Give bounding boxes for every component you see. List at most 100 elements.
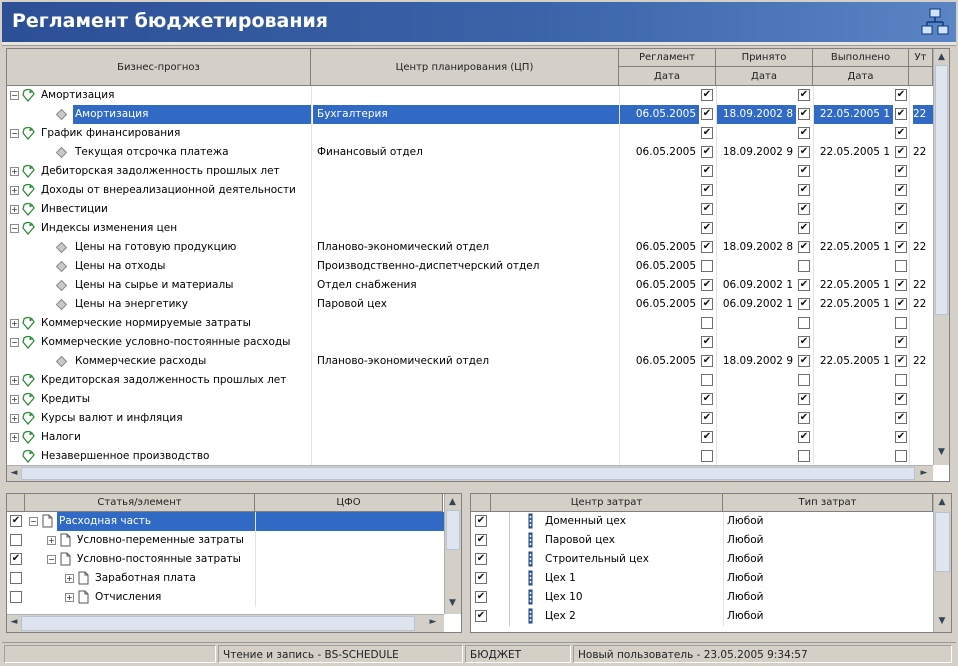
header-extra[interactable]: Ут [909, 49, 933, 67]
left-scroll-left-icon[interactable]: ◄ [9, 617, 19, 627]
checkbox[interactable]: ✔ [798, 222, 810, 234]
header-cost-center[interactable]: Центр затрат [491, 494, 723, 512]
checkbox[interactable] [895, 374, 907, 386]
table-row[interactable]: Незавершенное производство [7, 447, 933, 466]
table-row[interactable]: − Коммерческие условно-постоянные расходы… [7, 333, 933, 352]
checkbox[interactable]: ✔ [895, 412, 907, 424]
checkbox[interactable]: ✔ [895, 393, 907, 405]
checkbox[interactable]: ✔ [895, 127, 907, 139]
item-checkbox[interactable]: ✔ [10, 515, 22, 527]
header-vypolneno[interactable]: Выполнено [813, 49, 909, 67]
left-scroll-thumb[interactable] [446, 510, 460, 550]
expand-toggle-icon[interactable]: + [10, 186, 19, 195]
checkbox[interactable]: ✔ [798, 355, 810, 367]
checkbox[interactable]: ✔ [701, 184, 713, 196]
table-row[interactable]: Амортизация Бухгалтерия 06.05.2005 ✔ 18.09.2… [7, 105, 933, 124]
table-row[interactable]: Цены на отходы Производственно-диспетчерс… [7, 257, 933, 276]
table-row[interactable]: Коммерческие расходы Планово-экономически… [7, 352, 933, 371]
table-row[interactable]: Цены на готовую продукцию Планово-экономи… [7, 238, 933, 257]
list-item[interactable]: ✔ Цех 10 Любой [471, 588, 933, 607]
checkbox[interactable]: ✔ [798, 431, 810, 443]
header-reglament[interactable]: Регламент [619, 49, 716, 67]
checkbox[interactable] [798, 317, 810, 329]
scroll-right-icon[interactable]: ► [919, 468, 929, 478]
checkbox[interactable] [798, 374, 810, 386]
left-scroll-down-icon[interactable]: ▼ [445, 598, 460, 608]
table-row[interactable]: + Курсы валют и инфляция ✔ ✔ ✔ [7, 409, 933, 428]
hscroll-thumb[interactable] [21, 467, 915, 480]
expand-toggle-icon[interactable]: + [47, 536, 56, 545]
checkbox[interactable]: ✔ [798, 89, 810, 101]
expand-toggle-icon[interactable]: − [10, 129, 19, 138]
table-row[interactable]: + Дебиторская задолженность прошлых лет ✔ ✔… [7, 162, 933, 181]
table-row[interactable]: + Доходы от внереализационной деятельност… [7, 181, 933, 200]
left-scroll-right-icon[interactable]: ► [427, 617, 439, 627]
table-row[interactable]: + Налоги ✔ ✔ ✔ [7, 428, 933, 447]
left-hscroll-thumb[interactable] [21, 616, 415, 631]
checkbox[interactable]: ✔ [798, 279, 810, 291]
checkbox[interactable]: ✔ [701, 393, 713, 405]
checkbox[interactable]: ✔ [701, 222, 713, 234]
checkbox[interactable] [798, 450, 810, 462]
list-item[interactable]: ✔ Цех 1 Любой [471, 569, 933, 588]
item-checkbox[interactable]: ✔ [10, 553, 22, 565]
list-item[interactable]: ✔ Доменный цех Любой [471, 512, 933, 531]
scroll-down-icon[interactable]: ▼ [934, 447, 949, 457]
checkbox[interactable]: ✔ [701, 241, 713, 253]
table-row[interactable]: − Индексы изменения цен ✔ ✔ ✔ [7, 219, 933, 238]
scroll-left-icon[interactable]: ◄ [9, 468, 19, 478]
checkbox[interactable]: ✔ [895, 146, 907, 158]
center-checkbox[interactable]: ✔ [475, 591, 487, 603]
checkbox[interactable] [895, 260, 907, 272]
checkbox[interactable] [701, 317, 713, 329]
checkbox[interactable] [895, 317, 907, 329]
header-date-prinyato[interactable]: Дата [716, 67, 813, 86]
table-row[interactable]: − Амортизация ✔ ✔ ✔ [7, 86, 933, 105]
checkbox[interactable]: ✔ [895, 241, 907, 253]
checkbox[interactable]: ✔ [895, 355, 907, 367]
checkbox[interactable]: ✔ [895, 203, 907, 215]
expand-toggle-icon[interactable]: + [10, 395, 19, 404]
expand-toggle-icon[interactable]: + [10, 433, 19, 442]
item-checkbox[interactable] [10, 534, 22, 546]
table-row[interactable]: + Кредиты ✔ ✔ ✔ [7, 390, 933, 409]
table-row[interactable]: Цены на сырье и материалы Отдел снабжения… [7, 276, 933, 295]
center-checkbox[interactable]: ✔ [475, 610, 487, 622]
left-vertical-scrollbar[interactable]: ▲ ▼ [444, 494, 461, 614]
checkbox[interactable]: ✔ [798, 184, 810, 196]
checkbox[interactable] [701, 374, 713, 386]
expand-toggle-icon[interactable]: + [10, 319, 19, 328]
checkbox[interactable]: ✔ [895, 279, 907, 291]
checkbox[interactable]: ✔ [895, 431, 907, 443]
item-checkbox[interactable] [10, 572, 22, 584]
checkbox[interactable]: ✔ [798, 393, 810, 405]
checkbox[interactable]: ✔ [895, 336, 907, 348]
checkbox[interactable]: ✔ [798, 127, 810, 139]
checkbox[interactable]: ✔ [701, 279, 713, 291]
scroll-thumb[interactable] [935, 65, 948, 315]
right-scroll-up-icon[interactable]: ▲ [934, 497, 950, 507]
checkbox[interactable]: ✔ [798, 241, 810, 253]
list-item[interactable]: + Заработная плата [7, 569, 444, 588]
header-business-forecast[interactable]: Бизнес-прогноз [7, 49, 311, 86]
checkbox[interactable]: ✔ [798, 412, 810, 424]
list-item[interactable]: + Отчисления [7, 588, 444, 607]
table-row[interactable]: + Коммерческие нормируемые затраты [7, 314, 933, 333]
center-checkbox[interactable]: ✔ [475, 553, 487, 565]
expand-toggle-icon[interactable]: − [10, 91, 19, 100]
header-planning-center[interactable]: Центр планирования (ЦП) [311, 49, 619, 86]
expand-toggle-icon[interactable]: + [65, 574, 74, 583]
header-date-vypolneno[interactable]: Дата [813, 67, 909, 86]
expand-toggle-icon[interactable]: + [10, 414, 19, 423]
checkbox[interactable]: ✔ [798, 108, 810, 120]
header-date-reglament[interactable]: Дата [619, 67, 716, 86]
item-checkbox[interactable] [10, 591, 22, 603]
checkbox[interactable]: ✔ [798, 165, 810, 177]
table-row[interactable]: Текущая отсрочка платежа Финансовый отдел… [7, 143, 933, 162]
left-horizontal-scrollbar[interactable]: ◄ ► [7, 614, 444, 632]
scroll-up-icon[interactable]: ▲ [934, 52, 949, 62]
right-vertical-scrollbar[interactable]: ▲ ▼ [933, 494, 951, 632]
checkbox[interactable] [895, 450, 907, 462]
header-budget-item[interactable]: Статья/элемент [25, 494, 255, 512]
checkbox[interactable]: ✔ [895, 108, 907, 120]
